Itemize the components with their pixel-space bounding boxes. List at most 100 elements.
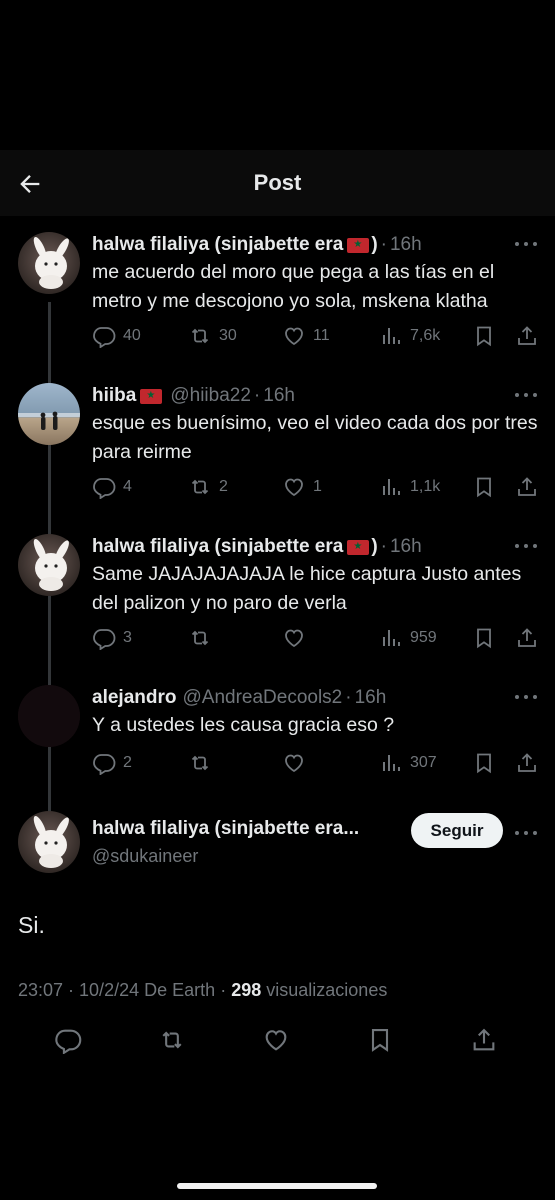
bookmark-button[interactable] <box>472 323 503 349</box>
reply-button[interactable]: 4 <box>92 474 132 500</box>
author-row: alejandro @AndreaDecools2 · 16h <box>92 685 386 711</box>
reply-icon <box>55 1029 82 1055</box>
display-name-suffix: ) <box>371 536 378 557</box>
display-name-suffix: ) <box>371 234 378 255</box>
reply-tweet[interactable]: halwa filaliya (sinjabette era ) · 16h m… <box>0 232 555 362</box>
like-icon <box>285 478 303 497</box>
action-bar: 2 307 <box>92 750 547 776</box>
timestamp[interactable]: 16h <box>263 385 295 407</box>
reply-button[interactable] <box>54 1026 84 1056</box>
like-button[interactable] <box>282 750 313 776</box>
timestamp[interactable]: 16h <box>390 234 422 256</box>
flag-icon <box>347 539 370 555</box>
bookmark-icon <box>477 477 491 498</box>
like-button[interactable]: 11 <box>282 323 330 349</box>
retweet-button[interactable] <box>188 625 219 651</box>
like-button[interactable]: 1 <box>282 474 322 500</box>
retweet-button[interactable] <box>188 750 219 776</box>
views-count[interactable]: 298 <box>231 980 261 1000</box>
bookmark-button[interactable] <box>472 625 503 651</box>
share-button[interactable] <box>515 323 546 349</box>
display-name[interactable]: hiiba <box>92 385 136 407</box>
more-icon[interactable] <box>515 385 537 405</box>
reply-icon <box>93 754 116 775</box>
share-icon <box>518 753 536 772</box>
views-icon <box>383 479 400 495</box>
retweet-button[interactable]: 2 <box>188 474 228 500</box>
avatar[interactable] <box>18 685 80 747</box>
reply-count: 40 <box>123 327 141 344</box>
more-icon[interactable] <box>515 234 537 254</box>
avatar[interactable] <box>18 232 80 294</box>
home-indicator[interactable] <box>177 1183 377 1189</box>
action-bar: 4 2 1 1,1k <box>92 474 547 500</box>
more-icon[interactable] <box>515 823 537 843</box>
reply-button[interactable]: 2 <box>92 750 132 776</box>
main-handle[interactable]: @sdukaineer <box>92 846 198 867</box>
post-timestamp[interactable]: 23:07 · 10/2/24 <box>18 980 139 1000</box>
reply-button[interactable]: 40 <box>92 323 141 349</box>
bookmark-button[interactable] <box>366 1026 396 1056</box>
retweet-button[interactable] <box>158 1026 188 1056</box>
tweet-text: esque es buenísimo, veo el video cada do… <box>92 412 538 463</box>
like-count: 1 <box>313 478 322 495</box>
views-button[interactable]: 959 <box>379 625 437 651</box>
views-button[interactable]: 307 <box>379 750 437 776</box>
display-name[interactable]: halwa filaliya (sinjabette era <box>92 536 343 558</box>
views-icon <box>383 328 400 344</box>
share-button[interactable] <box>515 625 546 651</box>
like-button[interactable] <box>282 625 313 651</box>
top-bar: Post <box>0 150 555 216</box>
like-icon <box>265 1030 287 1051</box>
avatar[interactable] <box>18 534 80 596</box>
reply-icon <box>93 478 116 499</box>
view-count: 7,6k <box>410 327 441 344</box>
action-bar: 3 959 <box>92 625 547 651</box>
main-action-bar <box>0 1026 555 1056</box>
like-icon <box>285 629 303 648</box>
share-button[interactable] <box>515 474 546 500</box>
timestamp[interactable]: 16h <box>355 687 387 709</box>
follow-button[interactable]: Seguir <box>411 813 503 848</box>
post-meta: 23:07 · 10/2/24 De Earth · 298 visualiza… <box>18 980 387 1001</box>
reply-icon <box>93 327 116 348</box>
view-count: 307 <box>410 754 437 771</box>
like-button[interactable] <box>262 1026 292 1056</box>
tweet-text: me acuerdo del moro que pega a las tías … <box>92 261 495 312</box>
display-name[interactable]: alejandro <box>92 687 176 709</box>
retweet-button[interactable]: 30 <box>188 323 237 349</box>
reply-tweet[interactable]: hiiba @hiiba22 · 16h esque es buenísimo,… <box>0 383 555 513</box>
reply-button[interactable]: 3 <box>92 625 132 651</box>
views-button[interactable]: 1,1k <box>379 474 440 500</box>
separator: · <box>220 980 227 1000</box>
timestamp[interactable]: 16h <box>390 536 422 558</box>
action-bar: 40 30 11 7,6k <box>92 323 547 349</box>
retweet-icon <box>191 328 209 344</box>
display-name[interactable]: halwa filaliya (sinjabette era <box>92 234 343 256</box>
bookmark-button[interactable] <box>472 474 503 500</box>
handle[interactable]: @AndreaDecools2 <box>182 687 342 709</box>
retweet-icon <box>191 479 209 495</box>
reply-tweet[interactable]: alejandro @AndreaDecools2 · 16h Y a uste… <box>0 685 555 785</box>
reply-tweet[interactable]: halwa filaliya (sinjabette era ) · 16h S… <box>0 534 555 664</box>
retweet-icon <box>162 1031 182 1049</box>
reply-count: 2 <box>123 754 132 771</box>
tweet-text: Y a ustedes les causa gracia eso ? <box>92 714 395 736</box>
share-icon <box>518 628 536 647</box>
bookmark-button[interactable] <box>472 750 503 776</box>
share-button[interactable] <box>515 750 546 776</box>
more-icon[interactable] <box>515 687 537 707</box>
bookmark-icon <box>477 628 491 649</box>
main-avatar[interactable] <box>18 811 80 873</box>
view-count: 959 <box>410 629 437 646</box>
avatar[interactable] <box>18 383 80 445</box>
share-button[interactable] <box>470 1026 500 1056</box>
separator: · <box>380 536 387 557</box>
handle[interactable]: @hiiba22 <box>170 385 251 407</box>
like-count: 11 <box>313 327 330 344</box>
more-icon[interactable] <box>515 536 537 556</box>
reply-count: 4 <box>123 478 132 495</box>
views-button[interactable]: 7,6k <box>379 323 440 349</box>
main-display-name[interactable]: halwa filaliya (sinjabette era... <box>92 818 359 840</box>
share-icon <box>518 477 536 496</box>
